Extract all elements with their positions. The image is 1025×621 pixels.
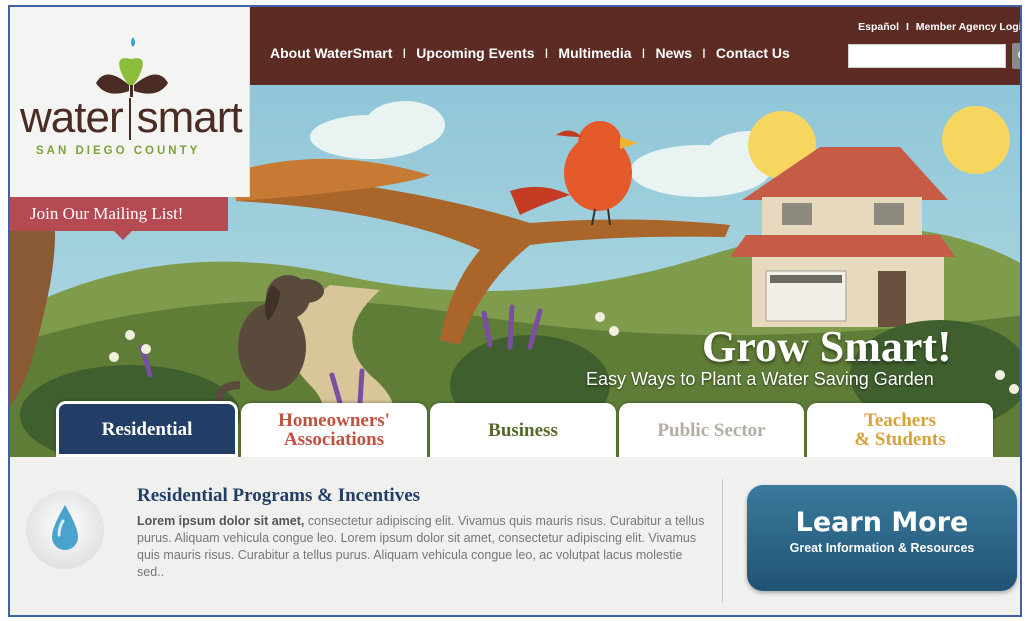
nav-contact[interactable]: Contact Us <box>716 45 790 61</box>
sprout-icon <box>96 37 168 97</box>
nav-events[interactable]: Upcoming Events <box>416 45 534 61</box>
utility-links: Español I Member Agency Login <box>854 21 1020 33</box>
program-lead: Lorem ipsum dolor sit amet, <box>137 514 305 528</box>
tab-business[interactable]: Business <box>430 403 616 457</box>
logo-subtitle: SAN DIEGO COUNTY <box>36 145 201 157</box>
water-drop-badge <box>26 491 104 569</box>
search-input[interactable] <box>848 44 1006 68</box>
tab-label: Residential <box>101 418 193 440</box>
utility-separator: I <box>905 21 909 33</box>
hero-title: Grow Smart! <box>702 322 952 371</box>
member-login-link[interactable]: Member Agency Login <box>916 21 1020 33</box>
espanol-link[interactable]: Español <box>858 21 899 33</box>
learn-more-title: Learn More <box>795 507 969 538</box>
tab-label: & Students <box>854 429 946 450</box>
nav-separator: I <box>544 45 549 61</box>
tab-residential[interactable]: Residential <box>56 401 238 457</box>
nav-separator: I <box>402 45 407 61</box>
tab-label: Associations <box>283 429 385 450</box>
tab-public-sector[interactable]: Public Sector <box>619 403 804 457</box>
logo-wordmark: water smart <box>20 93 243 143</box>
logo-word-smart: smart <box>136 93 243 142</box>
hero-subtitle: Easy Ways to Plant a Water Saving Garden <box>586 369 934 389</box>
main-nav: About WaterSmart I Upcoming Events I Multime… <box>270 45 790 61</box>
audience-tabs: Residential Homeowners' Associations Bus… <box>10 397 1020 457</box>
tab-homeowners-associations[interactable]: Homeowners' Associations <box>241 403 427 457</box>
nav-separator: I <box>641 45 646 61</box>
tab-teachers-students[interactable]: Teachers & Students <box>807 403 993 457</box>
water-drop-icon <box>52 505 78 550</box>
search-icon: ⚲ <box>1017 48 1020 64</box>
mailing-list-pointer <box>114 231 132 240</box>
tab-label: Homeowners' <box>278 410 390 431</box>
nav-separator: I <box>702 45 706 61</box>
nav-multimedia[interactable]: Multimedia <box>558 45 631 61</box>
residential-content-panel: Residential Programs & Incentives Lorem … <box>10 457 1020 615</box>
learn-more-subtitle: Great Information & Resources <box>789 541 975 555</box>
mailing-list-button[interactable]: Join Our Mailing List! <box>10 197 228 231</box>
site-logo[interactable]: water smart SAN DIEGO COUNTY <box>10 7 250 197</box>
nav-about[interactable]: About WaterSmart <box>270 45 392 61</box>
logo-word-water: water <box>20 93 124 142</box>
tab-label: Teachers <box>863 410 937 431</box>
page-frame: Grow Smart! Easy Ways to Plant a Water S… <box>8 5 1022 617</box>
tab-label: Business <box>488 419 558 441</box>
logo-divider <box>128 98 131 140</box>
search-button[interactable]: ⚲ <box>1012 43 1020 69</box>
program-title: Residential Programs & Incentives <box>137 485 421 506</box>
tab-label: Public Sector <box>657 419 766 441</box>
nav-news[interactable]: News <box>655 45 692 61</box>
content-divider <box>722 479 723 603</box>
program-description: Lorem ipsum dolor sit amet, consectetur … <box>137 513 705 581</box>
learn-more-button[interactable]: Learn More Great Information & Resources <box>747 485 1017 591</box>
top-navigation-bar: Español I Member Agency Login About Wate… <box>250 7 1020 85</box>
